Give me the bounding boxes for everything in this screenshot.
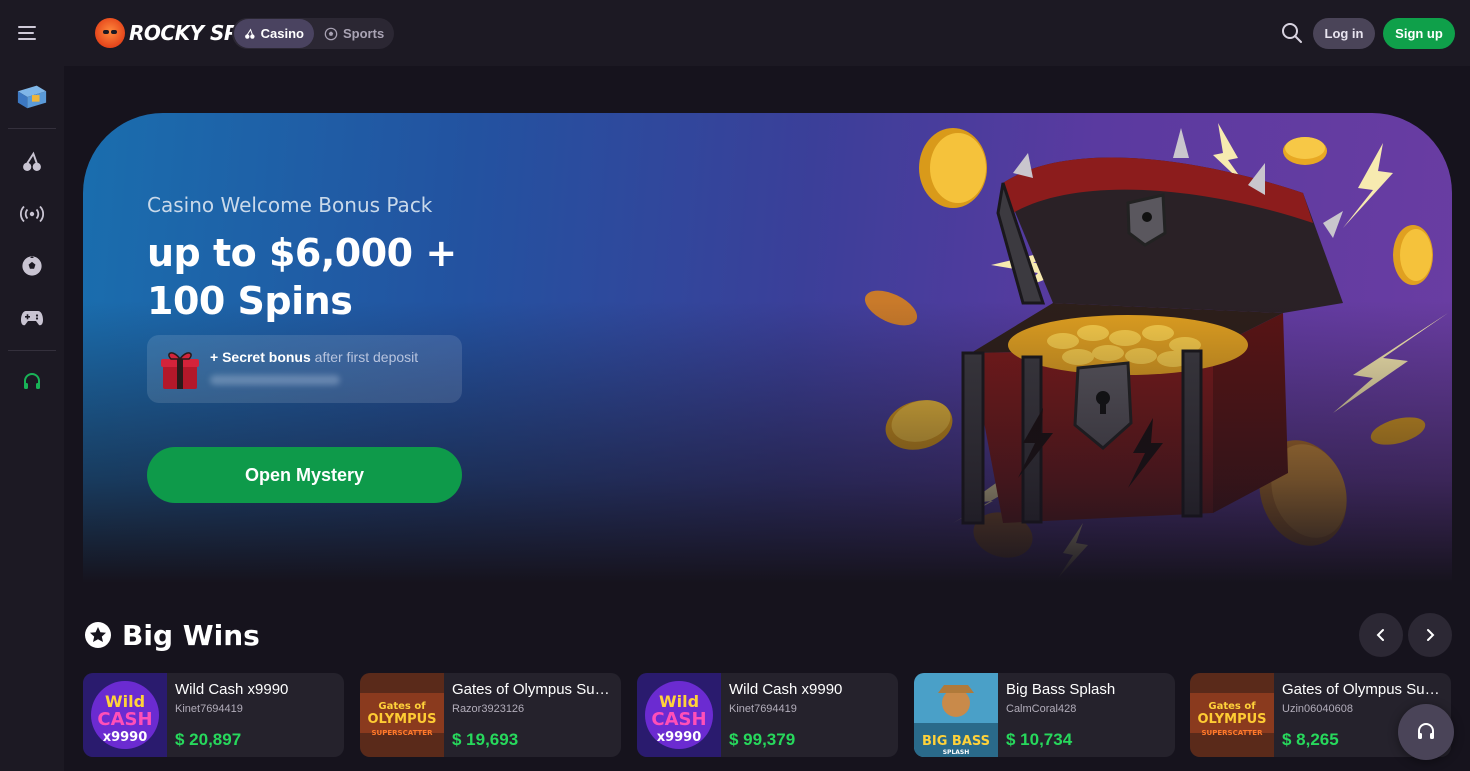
secret-bonus-blurred <box>210 375 340 385</box>
win-amount: $ 20,897 <box>175 730 242 749</box>
sidebar-divider <box>8 350 56 351</box>
secret-bonus-label: + Secret bonus <box>210 349 311 365</box>
svg-text:OLYMPUS: OLYMPUS <box>1197 712 1266 727</box>
mystery-box-icon <box>17 85 47 109</box>
svg-text:Gates of: Gates of <box>1208 701 1256 712</box>
win-game-name: Wild Cash x9990 <box>729 681 843 698</box>
win-game-name: Big Bass Splash <box>1006 681 1116 698</box>
big-win-card[interactable]: Gates of OLYMPUS SUPERSCATTER Gates of O… <box>360 673 621 757</box>
sidebar-item-sports[interactable] <box>16 250 48 282</box>
svg-text:x9990: x9990 <box>657 730 702 745</box>
win-username: CalmCoral428 <box>1006 703 1077 715</box>
chevron-right-icon <box>1427 629 1435 641</box>
game-thumbnail-big-bass: BIG BASS SPLASH <box>914 673 998 757</box>
sidebar-item-support[interactable] <box>16 366 48 398</box>
tab-sports[interactable]: Sports <box>314 19 394 48</box>
win-game-name: Gates of Olympus Super Scatter <box>1282 681 1446 698</box>
win-username: Uzin06040608 <box>1282 703 1353 715</box>
big-win-card[interactable]: BIG BASS SPLASH Big Bass Splash CalmCora… <box>914 673 1175 757</box>
win-amount: $ 19,693 <box>452 730 519 749</box>
secret-bonus-card: + Secret bonus after first deposit <box>147 335 462 403</box>
svg-text:CASH: CASH <box>651 709 706 730</box>
tab-casino-label: Casino <box>260 26 304 41</box>
cherry-icon <box>23 151 41 171</box>
headset-icon <box>24 373 40 389</box>
svg-text:Gates of: Gates of <box>378 701 426 712</box>
secret-bonus-condition: after first deposit <box>310 349 419 365</box>
hero-subtitle: Casino Welcome Bonus Pack <box>147 193 433 217</box>
tab-casino[interactable]: Casino <box>234 19 314 48</box>
game-thumbnail-wild-cash: Wild CASH x9990 <box>637 673 721 757</box>
open-mystery-button[interactable]: Open Mystery <box>147 447 462 503</box>
sidebar-item-games[interactable] <box>16 302 48 334</box>
gamepad-icon <box>21 311 43 326</box>
hero-title: up to $6,000 + 100 Spins <box>147 231 457 323</box>
win-game-name: Wild Cash x9990 <box>175 681 289 698</box>
big-win-card[interactable]: Wild CASH x9990 Wild Cash x9990 Kinet769… <box>83 673 344 757</box>
win-username: Razor3923126 <box>452 703 525 715</box>
tab-sports-label: Sports <box>343 26 385 41</box>
headset-icon <box>1418 723 1434 739</box>
win-username: Kinet7694419 <box>175 703 243 715</box>
cherry-icon <box>245 27 255 39</box>
svg-text:OLYMPUS: OLYMPUS <box>367 712 436 727</box>
game-thumbnail-wild-cash: Wild CASH x9990 <box>83 673 167 757</box>
live-broadcast-icon <box>20 205 44 223</box>
chevron-left-icon <box>1376 629 1384 641</box>
signup-button[interactable]: Sign up <box>1383 18 1455 49</box>
svg-text:SPLASH: SPLASH <box>943 749 970 756</box>
hamburger-menu-icon[interactable] <box>18 20 46 46</box>
carousel-next-button[interactable] <box>1408 613 1452 657</box>
big-win-card[interactable]: Wild CASH x9990 Wild Cash x9990 Kinet769… <box>637 673 898 757</box>
win-amount: $ 10,734 <box>1006 730 1073 749</box>
svg-text:SUPERSCATTER: SUPERSCATTER <box>1202 729 1264 737</box>
game-thumbnail-olympus: Gates of OLYMPUS SUPERSCATTER <box>1190 673 1274 757</box>
star-icon <box>85 622 111 648</box>
big-wins-header: Big Wins <box>84 618 260 652</box>
sidebar-item-mystery-box[interactable] <box>16 80 48 112</box>
sidebar-item-casino[interactable] <box>16 146 48 178</box>
hero-banner: Casino Welcome Bonus Pack up to $6,000 +… <box>83 113 1452 583</box>
support-chat-button[interactable] <box>1398 704 1454 760</box>
svg-text:x9990: x9990 <box>103 730 148 745</box>
login-button[interactable]: Log in <box>1313 18 1375 49</box>
top-bar: ROCKY SPIN Casino Sports Log in Sign up <box>0 0 1470 66</box>
win-amount: $ 99,379 <box>729 730 796 749</box>
win-amount: $ 8,265 <box>1282 730 1339 749</box>
win-username: Kinet7694419 <box>729 703 797 715</box>
soccer-ball-icon <box>324 27 338 40</box>
soccer-ball-icon <box>22 256 42 276</box>
gift-box-icon <box>161 352 199 389</box>
game-thumbnail-olympus: Gates of OLYMPUS SUPERSCATTER <box>360 673 444 757</box>
secret-bonus-text: + Secret bonus after first deposit <box>210 349 418 365</box>
sidebar <box>0 66 64 771</box>
raccoon-logo-icon <box>95 18 125 48</box>
big-wins-title: Big Wins <box>122 618 260 652</box>
sidebar-item-live[interactable] <box>16 198 48 230</box>
svg-text:CASH: CASH <box>97 709 152 730</box>
mode-switch: Casino Sports <box>232 18 394 49</box>
search-icon[interactable] <box>1280 21 1304 45</box>
svg-text:BIG BASS: BIG BASS <box>922 734 990 749</box>
win-game-name: Gates of Olympus Super Scatter <box>452 681 616 698</box>
carousel-prev-button[interactable] <box>1359 613 1403 657</box>
sidebar-divider <box>8 128 56 129</box>
svg-text:SUPERSCATTER: SUPERSCATTER <box>372 729 434 737</box>
